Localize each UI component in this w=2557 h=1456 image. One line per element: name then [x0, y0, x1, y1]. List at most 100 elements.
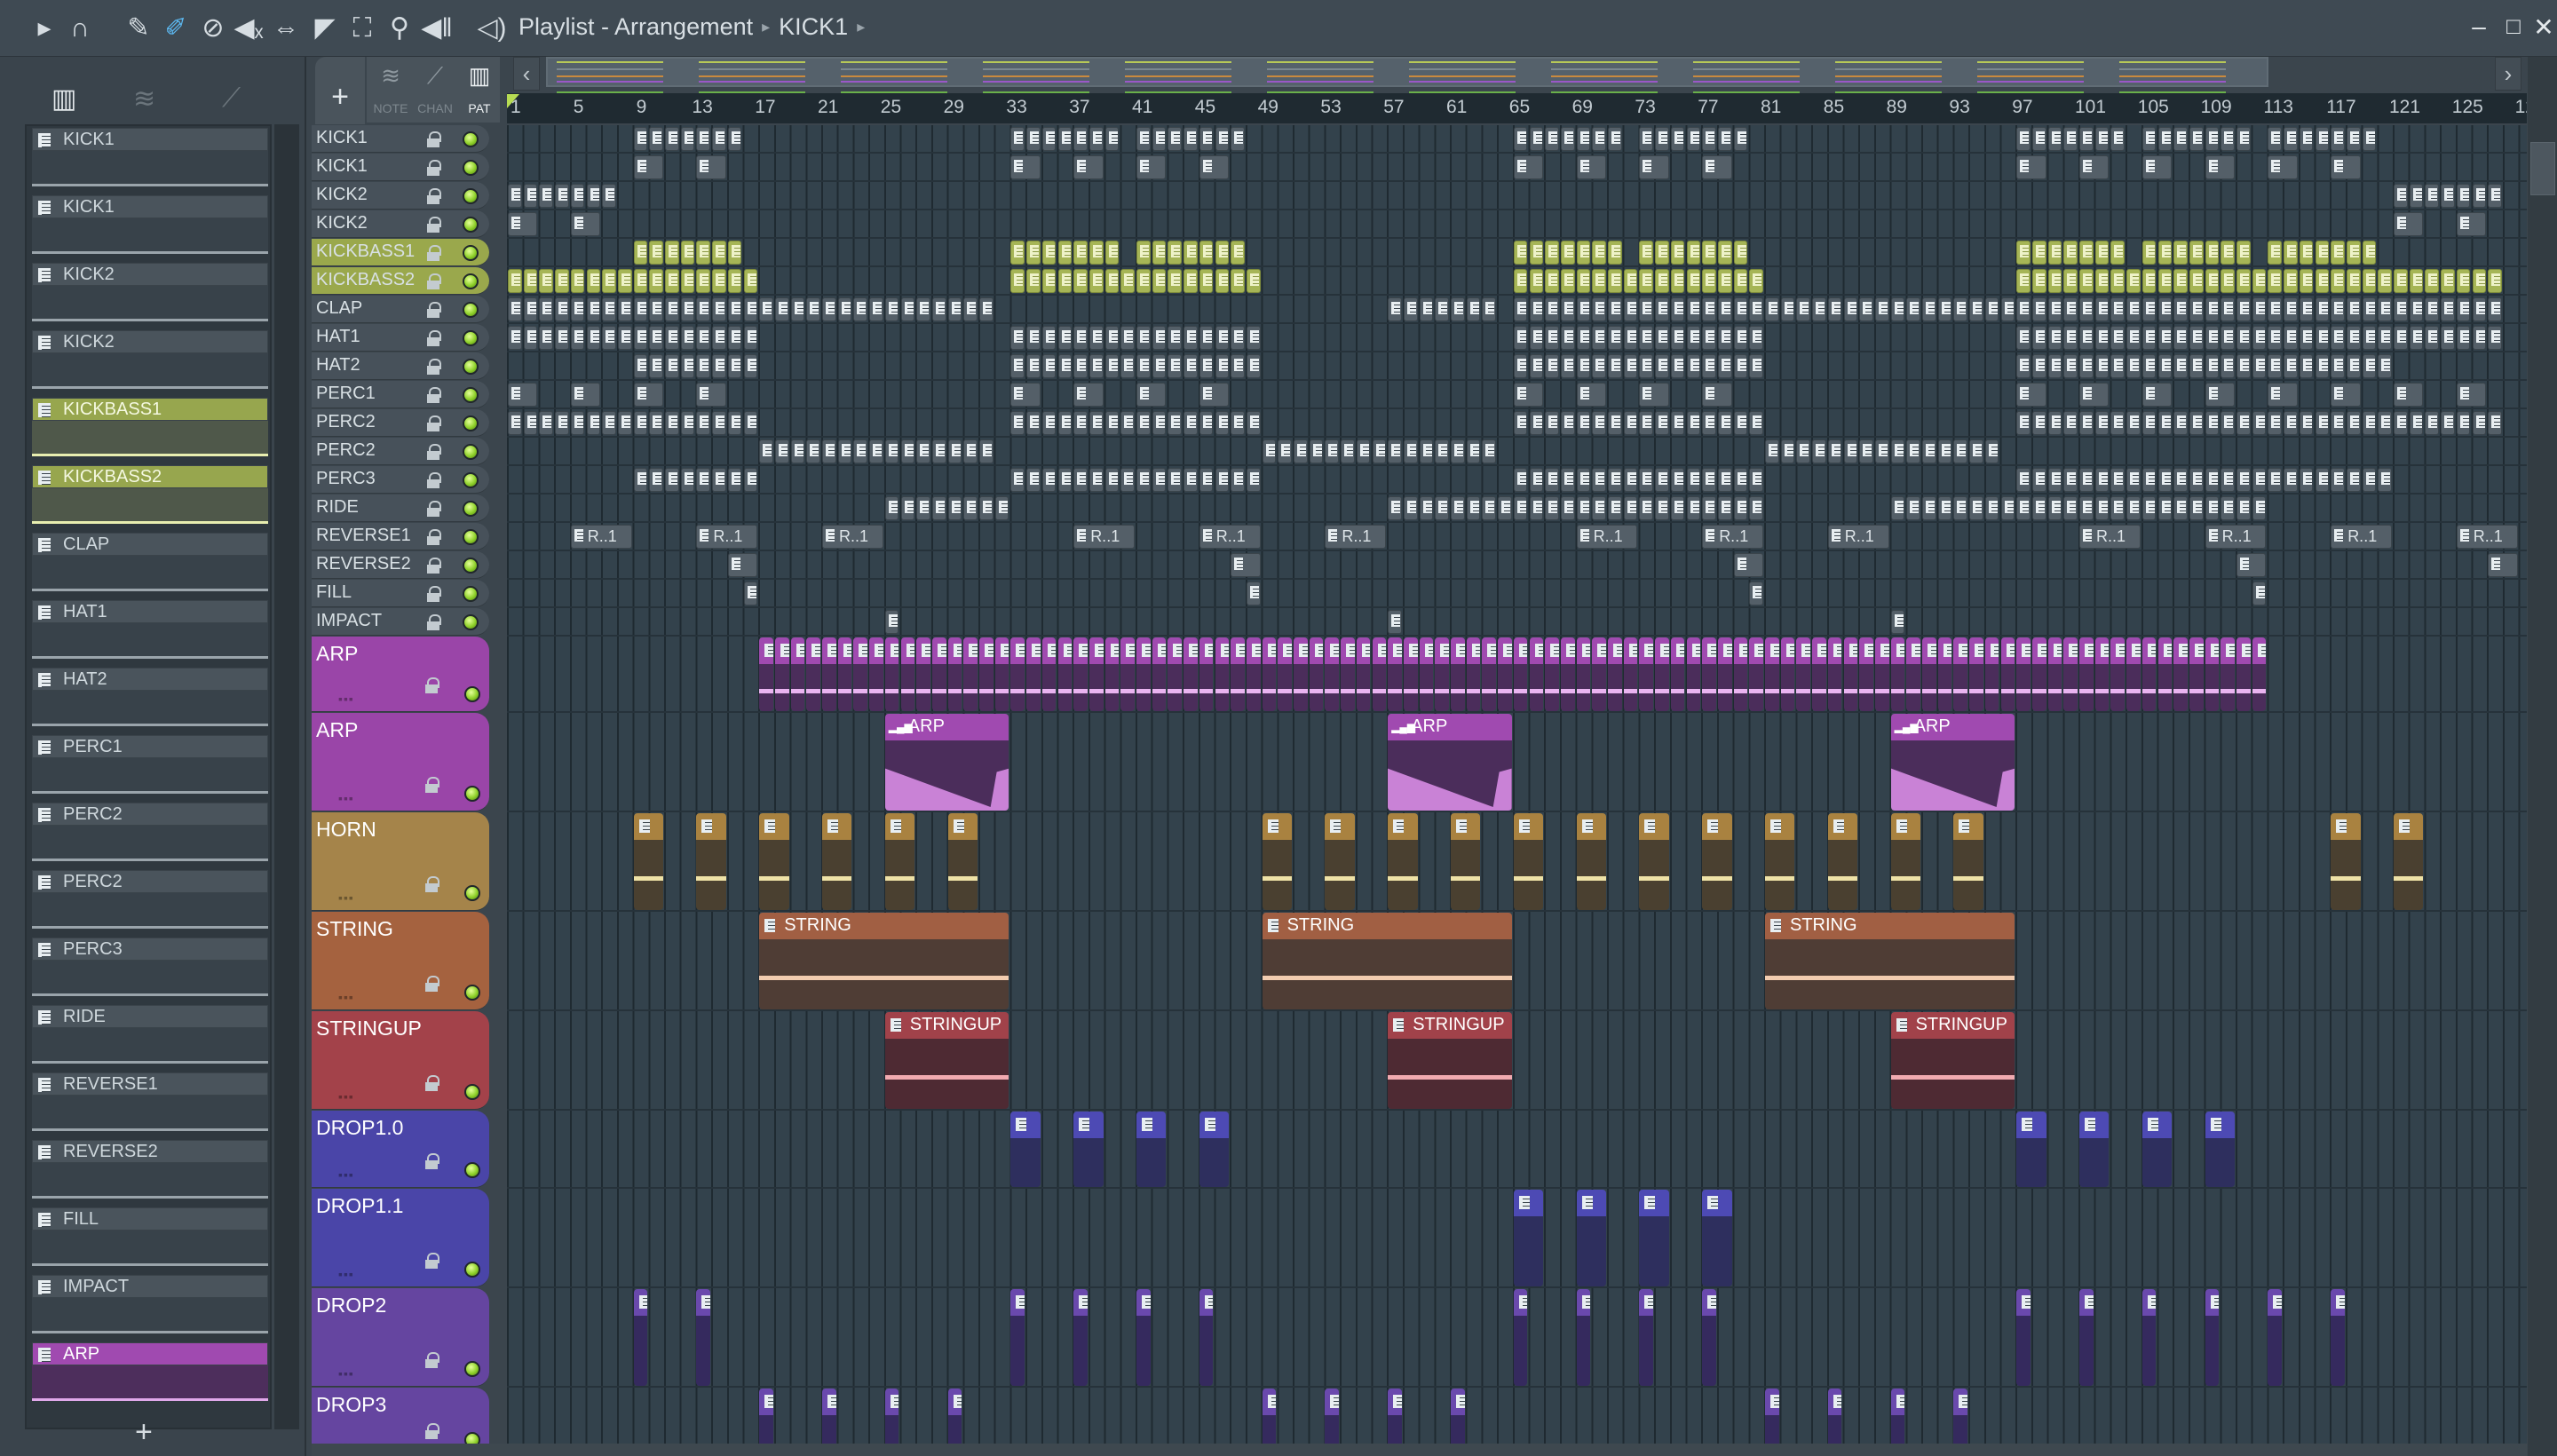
track-lane[interactable]: [507, 296, 2527, 324]
pattern-clip[interactable]: [743, 468, 758, 492]
pattern-clip[interactable]: [1592, 127, 1606, 151]
pattern-clip[interactable]: R..1: [1827, 525, 1889, 549]
pattern-clip[interactable]: [2047, 241, 2062, 265]
pattern-clip[interactable]: [2268, 326, 2283, 350]
pattern-clip[interactable]: [1152, 269, 1167, 293]
pattern-clip[interactable]: [1576, 297, 1591, 321]
pattern-clip[interactable]: [2315, 241, 2330, 265]
pattern-clip[interactable]: [2284, 354, 2298, 378]
pattern-clip[interactable]: [1168, 354, 1183, 378]
lock-icon[interactable]: [427, 359, 441, 375]
pattern-clip[interactable]: [1639, 155, 1669, 179]
pattern-clip[interactable]: [1215, 269, 1230, 293]
pattern-clip[interactable]: [2284, 127, 2298, 151]
pattern-clip[interactable]: [1057, 326, 1073, 350]
pattern-clip[interactable]: [2079, 326, 2094, 350]
pattern-clip[interactable]: [712, 326, 726, 350]
pattern-menu-arrow-icon[interactable]: ▸: [857, 18, 865, 36]
pattern-clip[interactable]: [1608, 637, 1622, 711]
pattern-clip[interactable]: [2394, 212, 2424, 236]
pattern-clip[interactable]: [1906, 496, 1920, 520]
pattern-clip[interactable]: [1498, 637, 1512, 711]
pattern-clip[interactable]: [712, 269, 726, 293]
pattern-clip[interactable]: [822, 813, 852, 910]
pattern-clip[interactable]: [2299, 297, 2314, 321]
track-header[interactable]: KICKBASS2: [312, 267, 489, 295]
pattern-clip[interactable]: R..1: [1199, 525, 1261, 549]
pattern-clip[interactable]: [680, 326, 695, 350]
pattern-clip[interactable]: [1262, 439, 1277, 463]
pattern-clip[interactable]: [1749, 468, 1763, 492]
pattern-clip[interactable]: [2189, 269, 2204, 293]
pattern-clip[interactable]: [2016, 411, 2031, 435]
pattern-clip[interactable]: [2031, 496, 2046, 520]
pattern-clip[interactable]: [696, 468, 711, 492]
pattern-clip[interactable]: [2268, 1289, 2283, 1386]
pattern-clip[interactable]: [2252, 297, 2267, 321]
pattern-clip[interactable]: [2094, 297, 2110, 321]
pattern-clip[interactable]: [947, 297, 962, 321]
pattern-clip[interactable]: [727, 297, 742, 321]
pattern-clip[interactable]: [696, 1289, 711, 1386]
pattern-clip[interactable]: [727, 468, 742, 492]
pattern-clip[interactable]: [1026, 637, 1041, 711]
pattern-clip[interactable]: [1843, 637, 1858, 711]
current-pattern[interactable]: KICK1: [779, 13, 848, 40]
pattern-clip[interactable]: [2079, 155, 2110, 179]
pattern-item[interactable]: KICKBASS2: [32, 465, 268, 529]
pattern-clip[interactable]: [1388, 297, 1402, 321]
pattern-clip[interactable]: [2331, 411, 2345, 435]
pattern-clip[interactable]: [1623, 468, 1638, 492]
pattern-clip[interactable]: [2157, 241, 2173, 265]
scroll-right-button[interactable]: ›: [2495, 57, 2521, 91]
pattern-clip[interactable]: [2331, 127, 2345, 151]
pattern-clip[interactable]: [1560, 297, 1575, 321]
pattern-clip[interactable]: [979, 439, 994, 463]
pattern-clip[interactable]: [2141, 326, 2157, 350]
pattern-clip[interactable]: [1120, 269, 1135, 293]
pattern-list-scrollbar[interactable]: [274, 124, 299, 1429]
pattern-clip[interactable]: R..1: [570, 525, 632, 549]
pattern-clip[interactable]: [2268, 383, 2298, 407]
pattern-clip[interactable]: [1765, 813, 1795, 910]
pattern-clip[interactable]: [869, 637, 883, 711]
pattern-clip[interactable]: [1623, 496, 1638, 520]
pattern-clip[interactable]: [2221, 354, 2235, 378]
track-lane[interactable]: R..1 R..1 R..1 R..1 R..1 R..1 R..1 R..1 R..1 R..1…: [507, 523, 2527, 551]
pattern-clip[interactable]: [2189, 326, 2204, 350]
pattern-clip[interactable]: [1765, 637, 1779, 711]
pattern-clip[interactable]: [2346, 269, 2361, 293]
pattern-clip[interactable]: [602, 411, 616, 435]
pattern-clip[interactable]: [759, 813, 789, 910]
pattern-clip[interactable]: [1560, 637, 1575, 711]
pattern-clip[interactable]: [2315, 326, 2330, 350]
pattern-clip[interactable]: [1545, 241, 1559, 265]
pattern-clip[interactable]: [1184, 241, 1198, 265]
audio-wave-icon[interactable]: ≋: [133, 83, 155, 115]
pattern-clip[interactable]: [1231, 269, 1245, 293]
speaker-icon[interactable]: ◁): [476, 12, 508, 44]
pattern-clip[interactable]: [2110, 297, 2126, 321]
pattern-clip[interactable]: [2094, 241, 2110, 265]
pattern-clip[interactable]: [1010, 468, 1025, 492]
pattern-clip[interactable]: [2205, 269, 2220, 293]
pattern-clip[interactable]: [2315, 269, 2330, 293]
pattern-clip[interactable]: [2141, 1112, 2173, 1187]
pattern-clip[interactable]: [2126, 411, 2141, 435]
pattern-clip[interactable]: [2031, 637, 2046, 711]
pattern-clip[interactable]: [1073, 637, 1088, 711]
pattern-clip[interactable]: [523, 411, 538, 435]
pattern-clip[interactable]: [2315, 127, 2330, 151]
pattern-clip[interactable]: [2141, 241, 2157, 265]
pattern-clip[interactable]: [1168, 411, 1183, 435]
pattern-clip[interactable]: [1199, 411, 1214, 435]
pattern-clip[interactable]: [2110, 326, 2126, 350]
pattern-clip[interactable]: [1309, 439, 1324, 463]
pattern-clip[interactable]: [1592, 297, 1606, 321]
pattern-clip[interactable]: [1246, 637, 1261, 711]
pattern-clip[interactable]: [712, 468, 726, 492]
pattern-clip[interactable]: [1639, 496, 1654, 520]
lock-icon[interactable]: [427, 501, 441, 517]
pattern-clip[interactable]: [2268, 127, 2283, 151]
pattern-clip[interactable]: [1041, 326, 1057, 350]
